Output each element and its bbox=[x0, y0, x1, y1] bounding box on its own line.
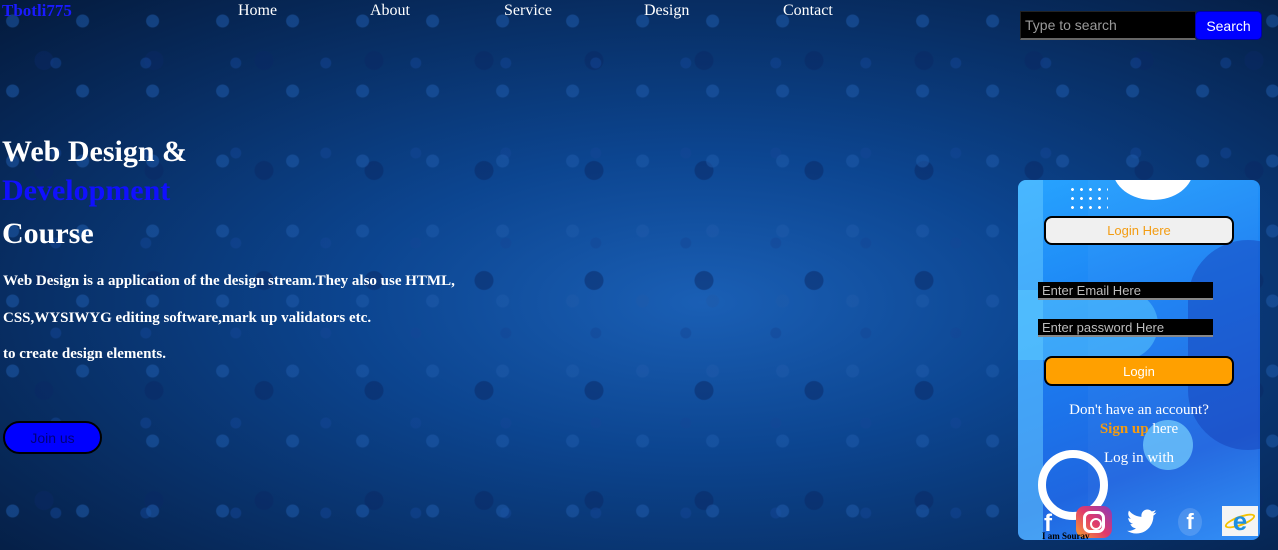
nav-contact[interactable]: Contact bbox=[783, 2, 833, 20]
hero-description-line3: to create design elements. bbox=[3, 346, 167, 362]
login-title: Login Here bbox=[1044, 216, 1234, 245]
nav-about[interactable]: About bbox=[370, 2, 410, 20]
signup-suffix: here bbox=[1148, 421, 1179, 437]
nav-design[interactable]: Design bbox=[644, 2, 689, 20]
hero-title-line3: Course bbox=[2, 217, 94, 250]
hero-description-line2: CSS,WYSIWYG editing software,mark up val… bbox=[3, 310, 372, 326]
password-field[interactable] bbox=[1038, 319, 1213, 337]
log-in-with-text: Log in with bbox=[1104, 450, 1174, 466]
email-field[interactable] bbox=[1038, 282, 1213, 300]
search-input[interactable] bbox=[1020, 11, 1196, 40]
no-account-text: Don't have an account? bbox=[1069, 402, 1209, 418]
search-button[interactable]: Search bbox=[1195, 11, 1262, 40]
nav-service[interactable]: Service bbox=[504, 2, 552, 20]
twitter-icon[interactable] bbox=[1126, 507, 1158, 537]
hero-title-line1: Web Design & bbox=[2, 135, 188, 168]
signup-link[interactable]: Sign up bbox=[1100, 421, 1149, 437]
hero-description-line1: Web Design is a application of the desig… bbox=[3, 273, 455, 289]
facebook-icon[interactable]: f bbox=[1178, 508, 1202, 536]
signup-line: Sign up here bbox=[1018, 421, 1260, 438]
login-card: Login Here Login Don't have an account? … bbox=[1018, 180, 1260, 540]
hero-title-line2: Development bbox=[2, 174, 171, 207]
internet-explorer-icon[interactable]: e bbox=[1222, 506, 1258, 536]
nav-home[interactable]: Home bbox=[238, 2, 277, 20]
join-us-button[interactable]: Join us bbox=[3, 421, 102, 454]
card-footer-text: I am Sourav bbox=[1042, 531, 1090, 540]
card-dots-decoration bbox=[1068, 185, 1108, 215]
login-button[interactable]: Login bbox=[1044, 356, 1234, 386]
